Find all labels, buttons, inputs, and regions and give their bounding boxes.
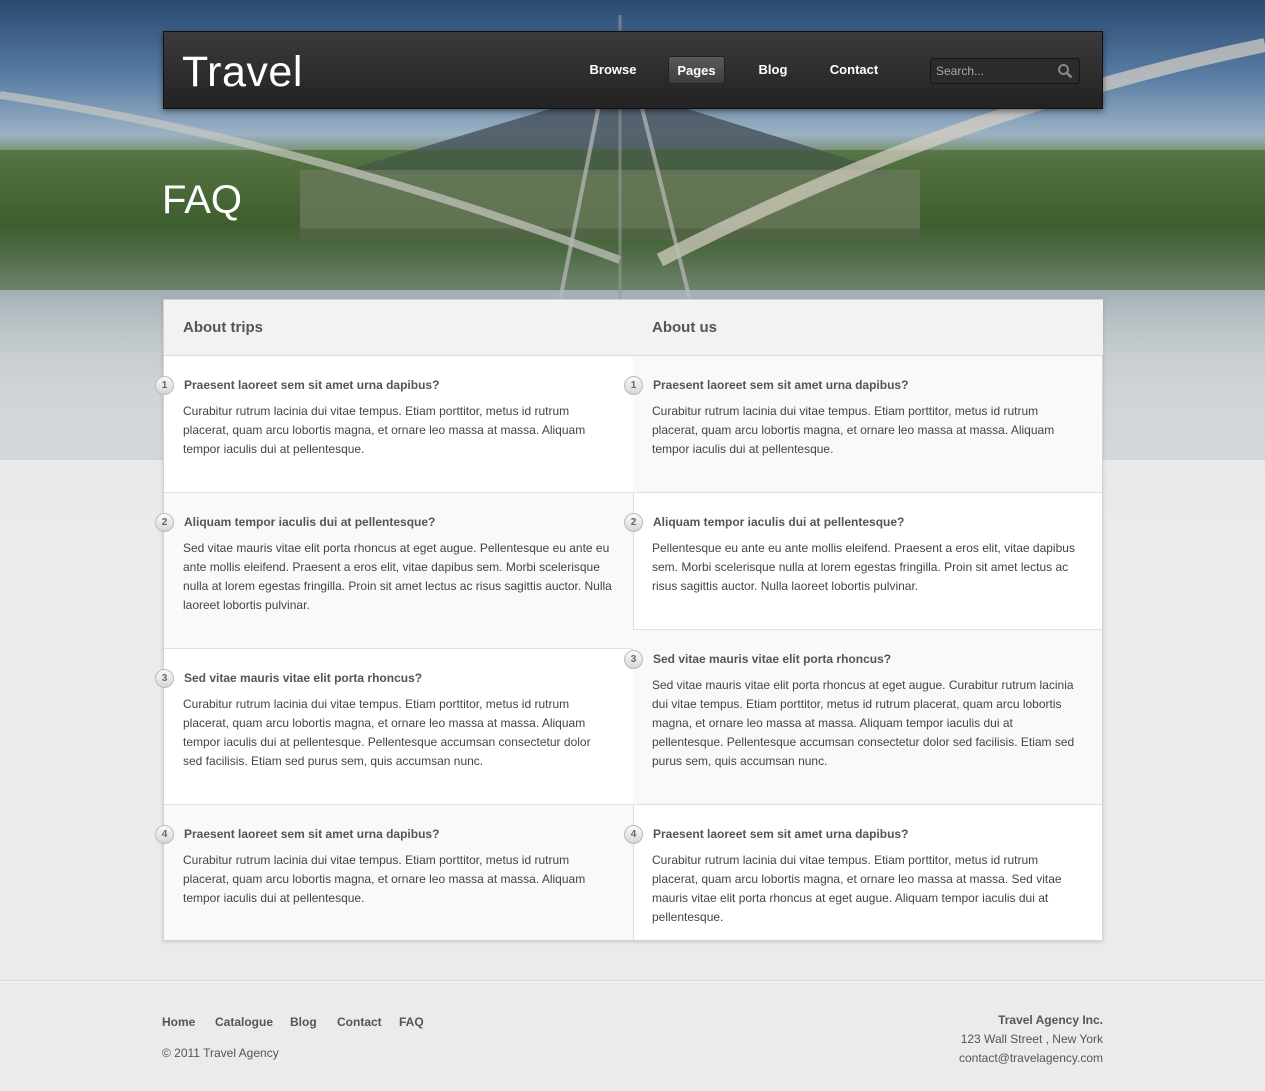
site-header: Travel Browse Pages Blog Contact [163, 31, 1103, 109]
item-number: 2 [624, 513, 643, 532]
nav-pages[interactable]: Pages [668, 56, 725, 84]
nav-contact[interactable]: Contact [824, 56, 884, 84]
faq-answer: Sed vitae mauris vitae elit porta rhoncu… [183, 541, 612, 612]
faq-item: 2 Aliquam tempor iaculis dui at pellente… [624, 493, 1102, 630]
faq-panel: About trips 1 Praesent laoreet sem sit a… [155, 299, 1103, 941]
page-title: FAQ [162, 178, 243, 222]
contact-email[interactable]: contact@travelagency.com [959, 1049, 1103, 1068]
footer-link-contact[interactable]: Contact [337, 1015, 382, 1029]
street-address: 123 Wall Street , New York [960, 1032, 1103, 1046]
faq-question[interactable]: Praesent laoreet sem sit amet urna dapib… [653, 827, 908, 841]
faq-item: 4 Praesent laoreet sem sit amet urna dap… [155, 805, 633, 940]
faq-item: 3 Sed vitae mauris vitae elit porta rhon… [155, 649, 633, 805]
item-number: 4 [155, 825, 174, 844]
faq-question[interactable]: Sed vitae mauris vitae elit porta rhoncu… [184, 671, 422, 685]
faq-question[interactable]: Praesent laoreet sem sit amet urna dapib… [184, 827, 439, 841]
faq-item: 1 Praesent laoreet sem sit amet urna dap… [624, 356, 1102, 493]
item-number: 2 [155, 513, 174, 532]
search-input[interactable] [931, 59, 1051, 83]
item-number: 3 [155, 669, 174, 688]
faq-answer: Sed vitae mauris vitae elit porta rhoncu… [652, 678, 1075, 768]
footer-divider-highlight [0, 981, 1265, 982]
faq-question[interactable]: Praesent laoreet sem sit amet urna dapib… [653, 378, 908, 392]
faq-item: 3 Sed vitae mauris vitae elit porta rhon… [624, 630, 1102, 805]
company-address: Travel Agency Inc. 123 Wall Street , New… [959, 1011, 1103, 1068]
faq-answer: Curabitur rutrum lacinia dui vitae tempu… [183, 697, 591, 768]
company-name: Travel Agency Inc. [998, 1013, 1103, 1027]
search-box [930, 58, 1080, 84]
nav-blog[interactable]: Blog [749, 56, 797, 84]
copyright: © 2011 Travel Agency [162, 1046, 279, 1060]
faq-question[interactable]: Aliquam tempor iaculis dui at pellentesq… [653, 515, 904, 529]
nav-browse[interactable]: Browse [584, 56, 642, 84]
faq-column-about-trips: About trips 1 Praesent laoreet sem sit a… [155, 300, 634, 940]
footer-link-faq[interactable]: FAQ [399, 1015, 424, 1029]
item-number: 4 [624, 825, 643, 844]
faq-item: 4 Praesent laoreet sem sit amet urna dap… [624, 805, 1102, 940]
item-number: 1 [624, 376, 643, 395]
item-number: 1 [155, 376, 174, 395]
faq-question[interactable]: Aliquam tempor iaculis dui at pellentesq… [184, 515, 435, 529]
faq-item: 1 Praesent laoreet sem sit amet urna dap… [155, 356, 633, 493]
footer-link-home[interactable]: Home [162, 1015, 195, 1029]
item-number: 3 [624, 650, 643, 669]
footer-link-catalogue[interactable]: Catalogue [215, 1015, 273, 1029]
column-heading: About trips [164, 300, 633, 356]
faq-answer: Curabitur rutrum lacinia dui vitae tempu… [183, 404, 586, 456]
faq-question[interactable]: Praesent laoreet sem sit amet urna dapib… [184, 378, 439, 392]
faq-item: 2 Aliquam tempor iaculis dui at pellente… [155, 493, 633, 649]
faq-answer: Pellentesque eu ante eu ante mollis elei… [652, 541, 1075, 593]
faq-answer: Curabitur rutrum lacinia dui vitae tempu… [652, 853, 1062, 924]
footer-link-blog[interactable]: Blog [290, 1015, 317, 1029]
search-icon[interactable] [1057, 63, 1073, 79]
faq-question[interactable]: Sed vitae mauris vitae elit porta rhoncu… [653, 652, 891, 666]
column-heading: About us [633, 300, 1103, 356]
faq-answer: Curabitur rutrum lacinia dui vitae tempu… [183, 853, 586, 905]
site-logo[interactable]: Travel [182, 48, 303, 97]
faq-column-about-us: About us 1 Praesent laoreet sem sit amet… [624, 300, 1103, 940]
faq-answer: Curabitur rutrum lacinia dui vitae tempu… [652, 404, 1055, 456]
